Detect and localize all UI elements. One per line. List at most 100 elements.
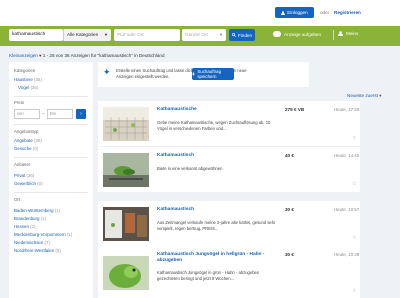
sidebar-item-location[interactable]: Baden-Württemberg (1) bbox=[14, 208, 60, 213]
list-item[interactable]: Kathamaustisch 40 € Heute, 14:40 Biete i… bbox=[98, 147, 360, 192]
user-icon bbox=[281, 10, 286, 15]
chevron-down-icon: ▼ bbox=[104, 32, 108, 37]
sidebar-item-provider[interactable]: Gewerblich (0) bbox=[14, 181, 43, 186]
category-select[interactable]: Alle Kategorien ▼ bbox=[63, 29, 111, 41]
listing-description: Aus Zeitmangel verkaufe meine 2-jahre al… bbox=[157, 220, 276, 231]
save-search-button[interactable]: Suchauftrag speichern bbox=[192, 68, 234, 80]
user-icon bbox=[338, 31, 343, 36]
sidebar-item-location[interactable]: Niedersachsen (7) bbox=[14, 240, 50, 245]
star-icon[interactable]: ☆ bbox=[352, 235, 356, 241]
listing-price: 275 € VB bbox=[285, 107, 305, 112]
sidebar-item-label: Haustiere bbox=[14, 77, 33, 82]
sidebar-item-label: Nordrhein-Westfalen bbox=[14, 248, 55, 253]
sidebar-item-label: Baden-Württemberg bbox=[14, 208, 54, 213]
listing-title[interactable]: Kathamaustisch bbox=[157, 153, 194, 158]
listing-description: Biete in eine verkannt abgewöhnen bbox=[157, 166, 223, 171]
sidebar-item-location[interactable]: Mecklenburg-Vorpommern (1) bbox=[14, 232, 72, 237]
sidebar-item-location[interactable]: Brandenburg (1) bbox=[14, 216, 46, 221]
sidebar-item-label: Brandenburg bbox=[14, 216, 40, 221]
save-search-label: Suchauftrag speichern bbox=[197, 69, 222, 79]
listing-description: Gebe meine Kathamaustische, wegen Zuchta… bbox=[157, 120, 271, 131]
sidebar-item-label: Mecklenburg-Vorpommern bbox=[14, 232, 66, 237]
item-count: (0) bbox=[37, 181, 43, 186]
list-item[interactable]: Kathamaustisch Jungvögel in hellgrün - H… bbox=[98, 246, 360, 298]
mine-button[interactable]: Meins bbox=[338, 31, 358, 36]
sidebar-item-offer[interactable]: Angebote (36) bbox=[14, 138, 42, 143]
item-count: (36) bbox=[34, 138, 42, 143]
listing-image bbox=[103, 153, 149, 187]
provider-heading: Anbieter bbox=[14, 162, 31, 167]
divider bbox=[333, 30, 334, 40]
sidebar-item-label: Angebote bbox=[14, 138, 33, 143]
search-input[interactable]: kathamaustisch bbox=[9, 29, 63, 41]
listing-image bbox=[103, 256, 149, 290]
breadcrumb-home-link[interactable]: Kleinanzeigen bbox=[9, 53, 38, 58]
star-icon[interactable]: ☆ bbox=[352, 181, 356, 187]
star-icon[interactable]: ☆ bbox=[352, 135, 356, 141]
banner-text: Erstelle einen Suchauftrag und lasse dic… bbox=[116, 68, 247, 79]
item-count: (7) bbox=[44, 240, 50, 245]
sidebar-item-label: Gewerblich bbox=[14, 181, 36, 186]
star-badge-icon: ✦ bbox=[103, 67, 111, 77]
price-from-input[interactable]: von bbox=[14, 109, 40, 119]
sort-dropdown[interactable]: Neueste zuerst ▾ bbox=[347, 93, 382, 99]
listing-title[interactable]: Kathamaustisch Jungvögel in hellgrün - H… bbox=[157, 252, 277, 264]
post-ad-button[interactable]: Anzeige aufgeben bbox=[273, 31, 321, 37]
list-item[interactable]: Kathamaustische 275 € VB Heute, 17:30 Ge… bbox=[98, 101, 360, 146]
post-ad-label: Anzeige aufgeben bbox=[284, 31, 322, 37]
sidebar-item-label: Hessen bbox=[14, 224, 29, 229]
location-input[interactable]: PLZ oder Ort bbox=[114, 29, 180, 41]
or-text: oder bbox=[320, 10, 330, 15]
sort-label: Neueste zuerst bbox=[347, 93, 378, 98]
sidebar-item-location[interactable]: Hessen (2) bbox=[14, 224, 36, 229]
price-to-input[interactable]: Bis bbox=[47, 109, 73, 119]
listing-price: 30 € bbox=[285, 252, 294, 257]
sidebar-item-location[interactable]: Nordrhein-Westfalen (5) bbox=[14, 248, 61, 253]
list-item[interactable]: Kathamaustisch 30 € Heute, 10:57 Aus Zei… bbox=[98, 201, 360, 246]
item-count: (1) bbox=[54, 208, 61, 213]
radius-select[interactable]: Ganzer Ort ▼ bbox=[182, 29, 226, 41]
listing-date: Heute, 14:40 bbox=[334, 153, 360, 158]
location-heading: Ort bbox=[14, 197, 21, 202]
item-count: (36) bbox=[34, 77, 42, 82]
mine-label: Meins bbox=[346, 31, 359, 36]
register-link[interactable]: Registrieren bbox=[334, 10, 361, 15]
listing-date: Heute, 10:57 bbox=[334, 207, 360, 212]
item-count: (0) bbox=[32, 146, 39, 151]
sidebar-item-offer[interactable]: Gesuche (0) bbox=[14, 146, 38, 151]
price-heading: Preis bbox=[14, 100, 25, 105]
listing-title[interactable]: Kathamaustische bbox=[157, 107, 197, 112]
plus-icon bbox=[192, 72, 196, 76]
item-count: (2) bbox=[30, 224, 36, 229]
divider bbox=[14, 157, 88, 158]
price-apply-button[interactable]: › bbox=[76, 109, 86, 119]
sidebar-item-category[interactable]: Haustiere (36) bbox=[14, 77, 42, 82]
item-count: (36) bbox=[30, 85, 39, 90]
chat-bubble-icon bbox=[273, 31, 281, 37]
sidebar-item-label: Privat bbox=[14, 173, 26, 178]
listing-image bbox=[103, 207, 149, 241]
listing-title[interactable]: Kathamaustisch bbox=[157, 207, 194, 212]
chevron-down-icon: ▾ bbox=[379, 93, 382, 98]
radius-select-value: Ganzer Ort bbox=[185, 32, 208, 37]
login-button[interactable]: Einloggen bbox=[275, 7, 314, 18]
chevron-down-icon: ▼ bbox=[219, 32, 223, 37]
categories-heading: Kategorien bbox=[14, 68, 36, 73]
item-count: (1) bbox=[66, 232, 73, 237]
listing-date: Heute, 17:30 bbox=[334, 107, 360, 112]
login-label: Einloggen bbox=[287, 10, 308, 15]
sidebar-item-provider[interactable]: Privat (36) bbox=[14, 173, 34, 178]
range-dash: – bbox=[42, 111, 45, 116]
sidebar-item-label: Vögel bbox=[18, 85, 30, 90]
star-icon[interactable]: ☆ bbox=[352, 288, 356, 294]
sidebar-item-label: Gesuche bbox=[14, 146, 32, 151]
top-bar: Einloggen oder Registrieren bbox=[0, 0, 400, 26]
find-label: Finden bbox=[237, 32, 253, 38]
listing-date: Heute, 10:38 bbox=[334, 252, 360, 257]
item-count: (5) bbox=[55, 248, 61, 253]
filter-sidebar: Kategorien Haustiere (36) Vögel (36) Pre… bbox=[9, 62, 93, 298]
find-button[interactable]: Finden bbox=[229, 29, 255, 41]
category-select-value: Alle Kategorien bbox=[67, 32, 99, 37]
results-summary: 1 - 25 von 36 Anzeigen für "kathamaustis… bbox=[42, 53, 165, 58]
sidebar-item-category[interactable]: Vögel (36) bbox=[18, 85, 38, 90]
